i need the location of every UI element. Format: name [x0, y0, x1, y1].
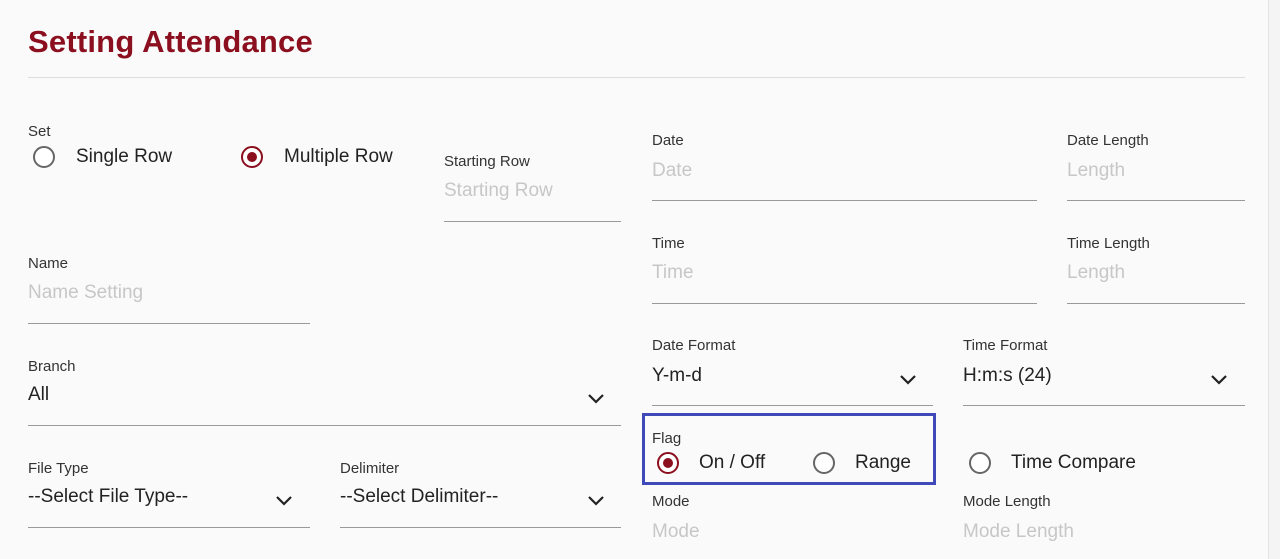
time-length-input[interactable]: Length	[1067, 262, 1244, 288]
delimiter-underline	[340, 527, 621, 528]
name-input[interactable]: Name Setting	[28, 282, 309, 308]
time-format-select[interactable]: H:m:s (24)	[963, 365, 1244, 391]
file-type-select[interactable]: --Select File Type--	[28, 486, 309, 512]
name-label: Name	[28, 255, 69, 272]
mode-length-input[interactable]: Mode Length	[963, 521, 1244, 547]
file-type-chevron-down-icon[interactable]	[274, 493, 294, 507]
mode-input[interactable]: Mode	[652, 521, 932, 547]
flag-highlight-box	[642, 413, 936, 485]
time-format-chevron-down-icon[interactable]	[1209, 372, 1229, 386]
flag-label: Flag	[652, 430, 682, 447]
time-length-underline	[1067, 303, 1245, 304]
time-label: Time	[652, 235, 685, 252]
page-title: Setting Attendance	[28, 24, 313, 59]
radio-time-compare-label[interactable]: Time Compare	[1011, 452, 1136, 474]
time-input[interactable]: Time	[652, 262, 1036, 288]
name-underline	[28, 323, 310, 324]
date-length-input[interactable]: Length	[1067, 160, 1244, 186]
file-type-label: File Type	[28, 460, 89, 477]
radio-on-off[interactable]	[657, 452, 679, 474]
radio-range-label[interactable]: Range	[855, 452, 911, 474]
branch-select[interactable]: All	[28, 384, 620, 410]
delimiter-label: Delimiter	[340, 460, 400, 477]
scrollbar-track[interactable]	[1268, 0, 1280, 559]
mode-label: Mode	[652, 493, 690, 510]
title-divider	[28, 77, 1245, 78]
date-format-chevron-down-icon[interactable]	[898, 372, 918, 386]
date-label: Date	[652, 132, 684, 149]
date-format-underline	[652, 405, 933, 406]
starting-row-label: Starting Row	[444, 153, 530, 170]
file-type-underline	[28, 527, 310, 528]
branch-underline	[28, 425, 621, 426]
date-format-label: Date Format	[652, 337, 736, 354]
time-format-underline	[963, 405, 1245, 406]
time-format-label: Time Format	[963, 337, 1048, 354]
time-length-label: Time Length	[1067, 235, 1150, 252]
delimiter-chevron-down-icon[interactable]	[586, 493, 606, 507]
date-underline	[652, 200, 1037, 201]
branch-label: Branch	[28, 358, 76, 375]
radio-on-off-label[interactable]: On / Off	[699, 452, 765, 474]
branch-chevron-down-icon[interactable]	[586, 391, 606, 405]
date-length-label: Date Length	[1067, 132, 1149, 149]
radio-multiple-row-label[interactable]: Multiple Row	[284, 146, 393, 168]
delimiter-select[interactable]: --Select Delimiter--	[340, 486, 620, 512]
radio-range[interactable]	[813, 452, 835, 474]
set-label: Set	[28, 123, 51, 140]
mode-length-label: Mode Length	[963, 493, 1051, 510]
starting-row-underline	[444, 221, 621, 222]
date-length-underline	[1067, 200, 1245, 201]
radio-single-row-label[interactable]: Single Row	[76, 146, 172, 168]
radio-time-compare[interactable]	[969, 452, 991, 474]
starting-row-input[interactable]: Starting Row	[444, 180, 620, 206]
date-format-select[interactable]: Y-m-d	[652, 365, 932, 391]
time-underline	[652, 303, 1037, 304]
radio-single-row[interactable]	[33, 146, 55, 168]
date-input[interactable]: Date	[652, 160, 1036, 186]
radio-multiple-row[interactable]	[241, 146, 263, 168]
